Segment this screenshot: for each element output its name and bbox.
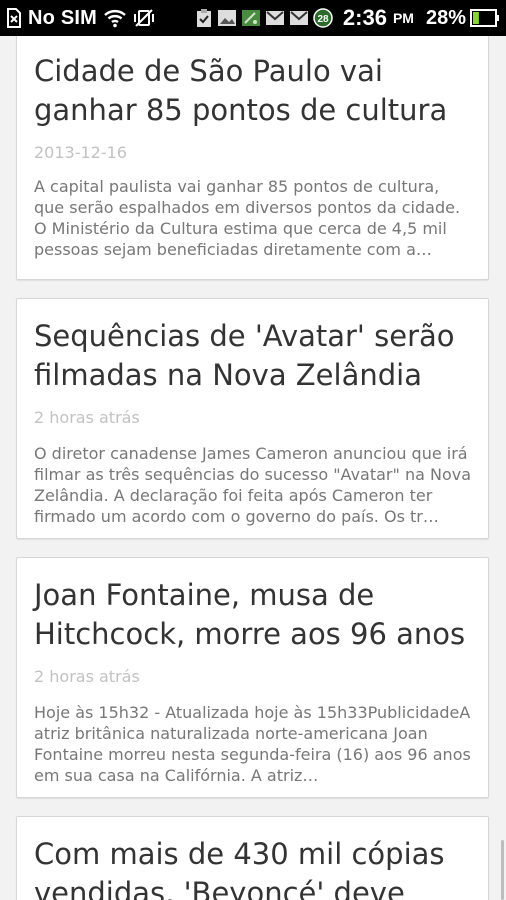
- battery-percent: 28%: [425, 6, 466, 29]
- battery-icon: [470, 8, 500, 28]
- article-title: Cidade de São Paulo vai ganhar 85 pontos…: [34, 54, 448, 127]
- sim-off-icon: [6, 8, 22, 28]
- news-feed[interactable]: Cidade de São Paulo vai ganhar 85 pontos…: [0, 36, 506, 900]
- article-summary: Hoje às 15h32 - Atualizada hoje às 15h33…: [34, 703, 471, 785]
- scrollbar[interactable]: [501, 840, 504, 900]
- article-title: Com mais de 430 mil cópias vendidas, 'Be…: [34, 837, 445, 900]
- clock-time: 2:36: [342, 5, 387, 30]
- clipboard-icon: [195, 8, 213, 28]
- vibrate-off-icon: [133, 8, 155, 28]
- article-summary: A capital paulista vai ganhar 85 pontos …: [34, 177, 461, 259]
- photo-app-icon: [241, 9, 261, 27]
- article-card[interactable]: Cidade de São Paulo vai ganhar 85 pontos…: [16, 36, 489, 280]
- wifi-icon: [103, 8, 127, 28]
- gmail-icon: [289, 10, 309, 26]
- article-date: 2 horas atrás: [34, 667, 140, 686]
- notification-badge-count: 28: [317, 14, 329, 25]
- article-title: Joan Fontaine, musa de Hitchcock, morre …: [34, 578, 466, 651]
- article-card[interactable]: Sequências de 'Avatar' serão filmadas na…: [16, 298, 489, 539]
- gmail-icon: [265, 10, 285, 26]
- carrier-label: No SIM: [28, 6, 97, 29]
- article-date: 2013-12-16: [34, 143, 127, 162]
- notification-badge-icon: 28: [313, 8, 333, 28]
- clock-ampm: PM: [392, 10, 414, 26]
- article-card[interactable]: Joan Fontaine, musa de Hitchcock, morre …: [16, 557, 489, 798]
- image-icon: [217, 9, 237, 27]
- article-card[interactable]: Com mais de 430 mil cópias vendidas, 'Be…: [16, 816, 489, 900]
- article-summary: O diretor canadense James Cameron anunci…: [34, 444, 471, 526]
- status-bar: No SIM 28 2:36 PM 28%: [0, 0, 506, 36]
- article-title: Sequências de 'Avatar' serão filmadas na…: [34, 319, 455, 392]
- article-date: 2 horas atrás: [34, 408, 140, 427]
